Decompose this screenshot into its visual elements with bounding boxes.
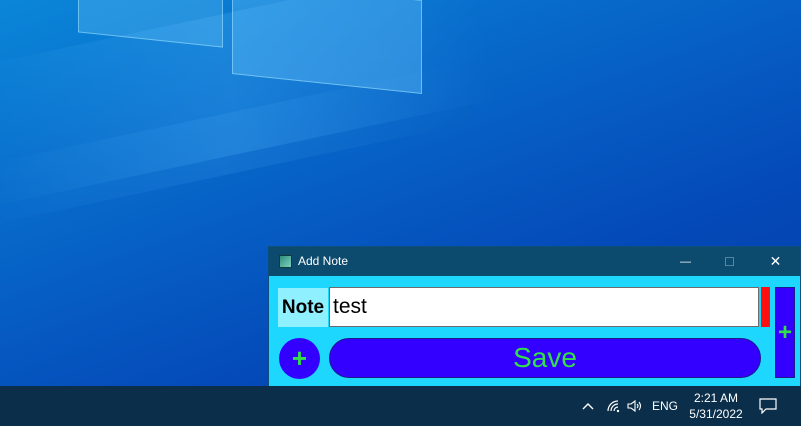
add-note-window: Add Note — ☐ ✕ Note + + Save (269, 247, 800, 386)
action-center-button[interactable] (755, 386, 781, 426)
maximize-button: ☐ (707, 247, 752, 276)
close-button[interactable]: ✕ (753, 247, 798, 276)
clock-date: 5/31/2022 (689, 407, 743, 421)
minimize-icon: — (680, 255, 691, 268)
window-title: Add Note (298, 254, 349, 268)
input-language-button[interactable]: ENG (649, 386, 681, 426)
add-button[interactable]: + (279, 338, 320, 379)
save-button[interactable]: Save (329, 338, 761, 378)
plus-icon: + (291, 343, 308, 373)
clock-time: 2:21 AM (693, 391, 739, 405)
chevron-up-icon (582, 403, 594, 410)
clock-button[interactable]: 2:21 AM 5/31/2022 (683, 386, 749, 426)
minimize-button[interactable]: — (663, 247, 708, 276)
action-center-icon (759, 398, 777, 414)
side-add-button[interactable]: + (775, 287, 795, 378)
plus-icon: + (777, 318, 792, 346)
color-strip[interactable] (761, 287, 770, 327)
title-bar[interactable]: Add Note — ☐ ✕ (269, 247, 800, 276)
wifi-icon (607, 400, 620, 413)
show-hidden-icons-button[interactable] (578, 386, 598, 426)
note-input[interactable] (329, 287, 759, 327)
network-button[interactable] (603, 386, 625, 426)
maximize-icon: ☐ (724, 254, 735, 269)
note-label: Note (278, 288, 328, 327)
speaker-icon (627, 399, 642, 413)
app-icon (279, 255, 292, 268)
taskbar: ENG 2:21 AM 5/31/2022 (0, 386, 801, 426)
volume-button[interactable] (625, 386, 645, 426)
close-icon: ✕ (769, 253, 782, 269)
